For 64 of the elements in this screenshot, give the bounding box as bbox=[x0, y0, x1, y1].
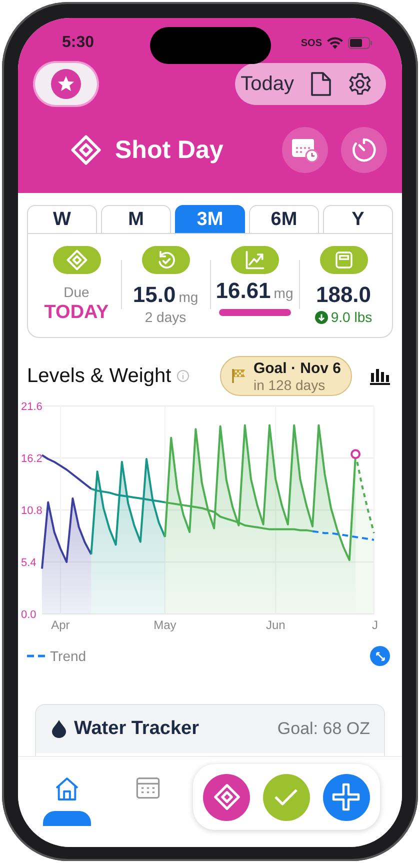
calendar-icon bbox=[135, 775, 161, 801]
axis-label: 21.6 bbox=[21, 401, 42, 413]
trend-up-icon bbox=[244, 249, 266, 271]
selected-indicator bbox=[43, 811, 91, 826]
sos-label: SOS bbox=[300, 38, 322, 48]
stat-icon-button[interactable] bbox=[52, 246, 100, 274]
axis-label: 5.4 bbox=[21, 557, 36, 569]
trend-line bbox=[312, 530, 374, 541]
schedule-button[interactable] bbox=[282, 127, 328, 173]
axis-label: 0.0 bbox=[21, 609, 36, 621]
range-tab[interactable]: M bbox=[101, 205, 171, 233]
axis-label: 10.8 bbox=[21, 505, 42, 517]
trend-legend-icon bbox=[27, 654, 45, 658]
range-tab[interactable]: 6M bbox=[249, 205, 319, 233]
today-button[interactable]: Today bbox=[240, 72, 294, 96]
expand-icon bbox=[374, 650, 386, 662]
stat-icon-button[interactable] bbox=[320, 246, 368, 274]
wifi-icon bbox=[327, 37, 343, 49]
water-title: Water Tracker bbox=[74, 718, 199, 740]
unit-label: mg bbox=[178, 289, 198, 305]
goal-countdown: in 128 days bbox=[253, 376, 326, 392]
battery-icon bbox=[348, 37, 372, 49]
status-time: 5:30 bbox=[62, 34, 94, 52]
due-value: TODAY bbox=[44, 302, 109, 324]
stat-icon-button[interactable] bbox=[230, 246, 278, 274]
unit-label: mg bbox=[274, 285, 294, 301]
favorites-button[interactable] bbox=[35, 63, 97, 105]
settings-icon[interactable] bbox=[348, 72, 372, 96]
timer-button[interactable] bbox=[341, 127, 387, 173]
current-marker bbox=[350, 449, 361, 460]
axis-label: Jun bbox=[266, 618, 286, 632]
range-tab[interactable]: W bbox=[27, 205, 97, 233]
document-icon[interactable] bbox=[310, 71, 332, 97]
scale-icon bbox=[334, 250, 354, 270]
range-tab[interactable]: Y bbox=[323, 205, 393, 233]
bar-chart-icon[interactable] bbox=[370, 367, 390, 385]
expand-button[interactable] bbox=[370, 646, 390, 666]
goal-title: Goal · Nov 6 bbox=[253, 360, 341, 376]
axis-label: J bbox=[372, 618, 378, 632]
diamond-icon bbox=[70, 134, 102, 166]
timer-icon bbox=[350, 136, 378, 164]
level-value: 16.61 bbox=[216, 278, 271, 304]
due-label: Due bbox=[64, 284, 90, 300]
plus-icon bbox=[331, 782, 362, 812]
home-icon bbox=[53, 775, 81, 803]
dose-value: 15.0 bbox=[132, 282, 176, 308]
interval-label: 2 days bbox=[144, 309, 186, 325]
diamond-icon bbox=[66, 249, 88, 271]
flag-icon bbox=[231, 368, 248, 384]
axis-label: May bbox=[154, 618, 176, 632]
screen-title: Shot Day bbox=[115, 136, 224, 164]
water-goal: Goal: 68 OZ bbox=[277, 719, 370, 739]
goal-badge[interactable]: Goal · Nov 6 in 128 days bbox=[220, 356, 352, 396]
legend-label: Trend bbox=[50, 648, 86, 664]
range-tab[interactable]: 3M bbox=[175, 205, 245, 233]
weight-value: 188.0 bbox=[316, 282, 372, 308]
weight-change: 9.0 lbs bbox=[330, 309, 372, 325]
axis-label: Apr bbox=[51, 618, 70, 632]
section-title: Levels & Weight bbox=[27, 364, 172, 388]
calendar-clock-icon bbox=[291, 137, 319, 163]
axis-label: 16.2 bbox=[21, 453, 42, 465]
diamond-icon bbox=[212, 783, 241, 811]
stat-icon-button[interactable] bbox=[142, 246, 190, 274]
water-drop-icon bbox=[52, 720, 66, 738]
